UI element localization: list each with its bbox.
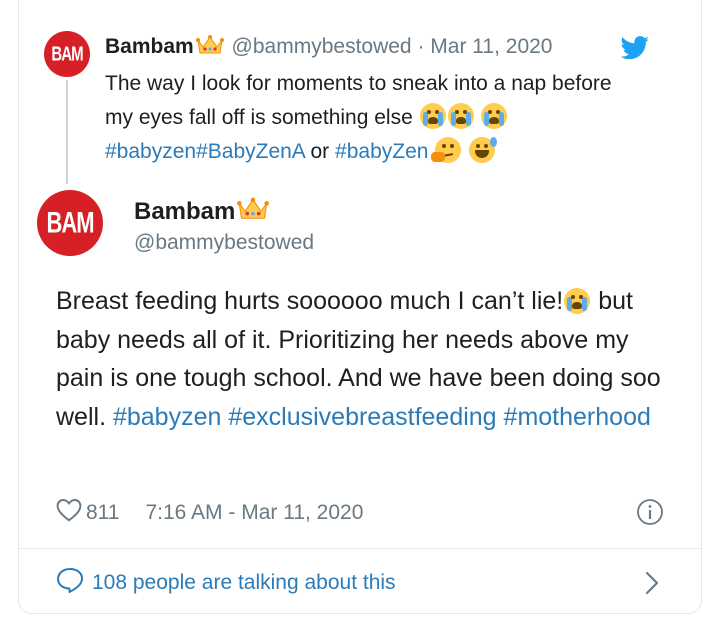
- quoted-author-name[interactable]: Bambam: [105, 35, 194, 58]
- crown-icon: [195, 34, 224, 62]
- tweet-text-line-1: Breast feeding hurts soooooo much I can’…: [56, 287, 564, 315]
- quoted-hashtag-babyzen[interactable]: #babyZen: [335, 140, 428, 163]
- quoted-header: Bambam @bammybestowed · Mar 11, 2020: [105, 34, 552, 62]
- quoted-hashtags[interactable]: #babyzen#BabyZenA: [105, 140, 305, 163]
- speech-bubble-icon: [56, 567, 92, 599]
- quoted-date[interactable]: Mar 11, 2020: [430, 35, 552, 58]
- author-name[interactable]: Bambam: [134, 196, 271, 229]
- like-count[interactable]: 811: [86, 501, 119, 525]
- grinning-sweat-emoji-icon: [469, 137, 498, 163]
- tweet-text: Breast feeding hurts soooooo much I can’…: [56, 282, 676, 436]
- heart-icon[interactable]: [56, 498, 82, 528]
- quoted-avatar[interactable]: BAM: [44, 31, 90, 77]
- thinking-face-emoji-icon: [431, 137, 462, 163]
- conversation-count-text: 108 people are talking about this: [92, 571, 396, 594]
- chevron-right-icon[interactable]: [644, 570, 660, 601]
- quoted-author-handle[interactable]: @bammybestowed: [232, 35, 412, 58]
- loudly-crying-emoji-icon: [447, 103, 474, 129]
- hashtag-babyzen[interactable]: #babyzen: [113, 403, 221, 431]
- quoted-text-main: The way I look for moments to sneak into…: [105, 72, 612, 129]
- tweet-meta: 811 7:16 AM - Mar 11, 2020: [56, 498, 363, 528]
- crown-icon: [237, 196, 270, 229]
- tweet-timestamp[interactable]: 7:16 AM - Mar 11, 2020: [145, 501, 363, 525]
- divider: [19, 548, 701, 549]
- quoted-tweet-text: The way I look for moments to sneak into…: [105, 67, 625, 169]
- loudly-crying-emoji-icon: [481, 103, 508, 129]
- conversation-link[interactable]: 108 people are talking about this: [56, 567, 396, 599]
- quoted-connector: or: [310, 140, 330, 163]
- author-handle[interactable]: @bammybestowed: [134, 231, 314, 255]
- author-avatar[interactable]: BAM: [37, 190, 103, 256]
- info-icon[interactable]: [636, 498, 664, 531]
- separator-dot: ·: [417, 35, 425, 58]
- hashtag-motherhood[interactable]: #motherhood: [504, 403, 651, 431]
- twitter-bird-icon[interactable]: [620, 36, 650, 65]
- hashtag-exclusivebreastfeeding[interactable]: #exclusivebreastfeeding: [228, 403, 496, 431]
- thread-line: [66, 80, 68, 184]
- loudly-crying-emoji-icon: [564, 288, 591, 314]
- loudly-crying-emoji-icon: [419, 103, 446, 129]
